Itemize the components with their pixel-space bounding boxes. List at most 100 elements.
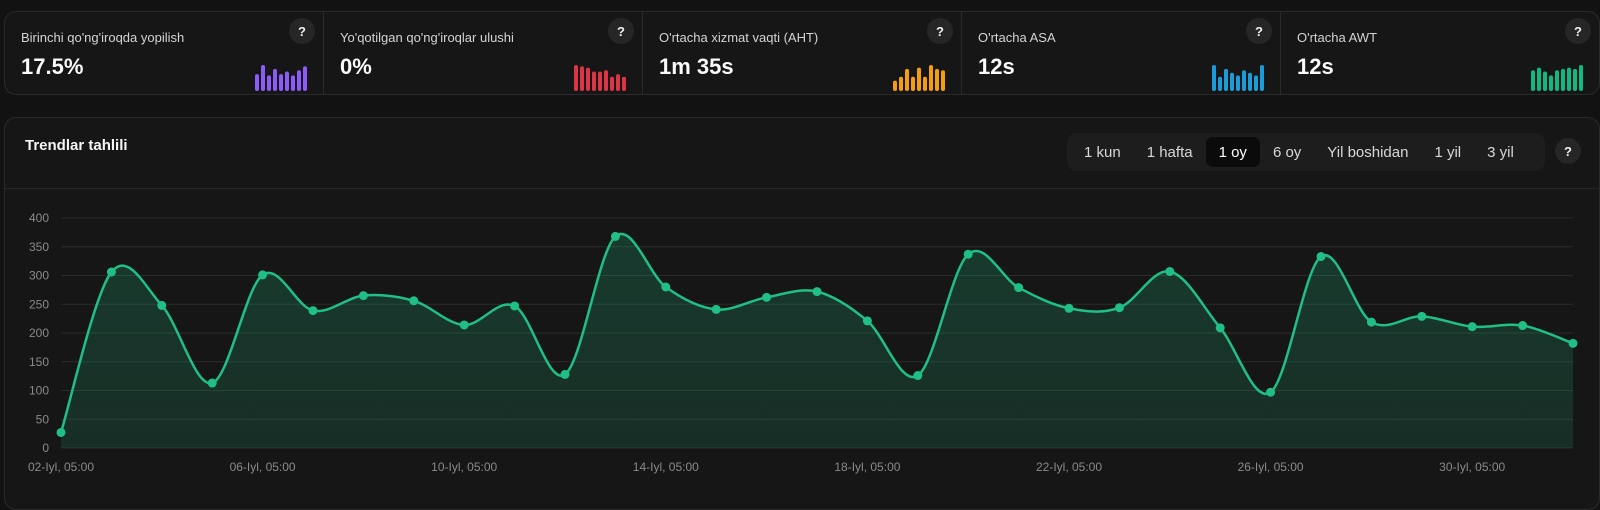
sparkline-bar	[1236, 75, 1240, 91]
data-point[interactable]	[1165, 266, 1175, 276]
data-point[interactable]	[1215, 323, 1225, 333]
sparkline-bar	[899, 76, 903, 91]
help-icon[interactable]: ?	[289, 18, 315, 44]
sparkline-bar	[592, 71, 596, 91]
sparkline-bar	[1537, 67, 1541, 91]
data-point[interactable]	[560, 369, 570, 379]
y-tick-label: 50	[36, 412, 50, 426]
data-point[interactable]	[409, 296, 419, 306]
data-point[interactable]	[661, 282, 671, 292]
trend-chart: 0 50 100 150 200 250 300 350 400 02-Iyl, 05:00 06-…	[28, 211, 1578, 474]
sparkline-bar	[1573, 68, 1577, 91]
data-point[interactable]	[1518, 321, 1528, 331]
x-tick-label: 30-Iyl, 05:00	[1439, 460, 1505, 474]
sparkline-bar	[911, 76, 915, 91]
sparkline-bar	[1561, 68, 1565, 91]
x-tick-label: 26-Iyl, 05:00	[1238, 460, 1304, 474]
sparkline-bar	[1248, 72, 1252, 91]
x-tick-label: 18-Iyl, 05:00	[834, 460, 900, 474]
sparkline-bar	[1224, 68, 1228, 91]
sparkline-bar	[285, 71, 289, 91]
sparkline-bar	[616, 74, 620, 91]
y-tick-label: 300	[29, 269, 49, 283]
sparkline-bar	[905, 68, 909, 91]
data-point[interactable]	[1417, 311, 1427, 321]
data-point[interactable]	[1014, 283, 1024, 293]
data-point[interactable]	[358, 291, 368, 301]
data-point[interactable]	[1568, 338, 1578, 348]
sparkline-bar	[1254, 75, 1258, 91]
y-tick-label: 250	[29, 297, 49, 311]
data-point[interactable]	[711, 304, 721, 314]
data-point[interactable]	[207, 378, 217, 388]
sparkline-bars	[1531, 65, 1583, 91]
data-point[interactable]	[157, 300, 167, 310]
sparkline-bar	[261, 65, 265, 91]
sparkline-bar	[586, 67, 590, 91]
sparkline-bar	[622, 76, 626, 91]
data-point[interactable]	[308, 306, 318, 316]
sparkline-bar	[580, 66, 584, 91]
y-tick-label: 350	[29, 240, 49, 254]
y-tick-label: 0	[42, 441, 49, 455]
sparkline-bar	[1543, 71, 1547, 91]
metric-card-awt: O'rtacha AWT 12s ?	[1281, 12, 1599, 94]
data-point[interactable]	[459, 320, 469, 330]
y-tick-label: 200	[29, 326, 49, 340]
metric-card-aht: O'rtacha xizmat vaqti (AHT) 1m 35s ?	[643, 12, 962, 94]
sparkline-bar	[1260, 65, 1264, 91]
sparkline-bar	[1579, 65, 1583, 91]
help-icon[interactable]: ?	[608, 18, 634, 44]
x-tick-label: 14-Iyl, 05:00	[633, 460, 699, 474]
help-icon[interactable]: ?	[1565, 18, 1591, 44]
data-point[interactable]	[963, 249, 973, 259]
x-tick-label: 02-Iyl, 05:00	[28, 460, 94, 474]
data-point[interactable]	[1114, 303, 1124, 313]
help-icon[interactable]: ?	[1246, 18, 1272, 44]
metric-label: O'rtacha AWT	[1297, 30, 1378, 45]
data-point[interactable]	[510, 301, 520, 311]
data-point[interactable]	[1467, 322, 1477, 332]
series-area	[61, 233, 1573, 448]
y-tick-label: 150	[29, 355, 49, 369]
sparkline-bar	[598, 71, 602, 91]
sparkline-bar	[893, 80, 897, 91]
sparkline-bar	[1555, 70, 1559, 91]
metric-label: Birinchi qo'ng'iroqda yopilish	[21, 30, 185, 45]
metric-card-fcr: Birinchi qo'ng'iroqda yopilish 17.5% ?	[5, 12, 324, 94]
metrics-panel: Birinchi qo'ng'iroqda yopilish 17.5% ? Y…	[4, 11, 1600, 95]
data-point[interactable]	[913, 371, 923, 381]
metric-card-asa: O'rtacha ASA 12s ?	[962, 12, 1281, 94]
sparkline-bar	[574, 65, 578, 91]
data-point[interactable]	[56, 427, 66, 437]
data-point[interactable]	[1064, 303, 1074, 313]
sparkline-bar	[297, 70, 301, 91]
data-point[interactable]	[1366, 317, 1376, 327]
data-point[interactable]	[106, 267, 116, 277]
data-point[interactable]	[862, 316, 872, 326]
data-point[interactable]	[610, 231, 620, 241]
sparkline-bar	[929, 65, 933, 91]
sparkline-bars	[893, 65, 945, 91]
sparkline-bar	[255, 74, 259, 91]
x-tick-label: 06-Iyl, 05:00	[230, 460, 296, 474]
data-point[interactable]	[1316, 252, 1326, 262]
sparkline-bar	[1218, 76, 1222, 91]
sparkline-bars	[255, 65, 307, 91]
x-tick-label: 22-Iyl, 05:00	[1036, 460, 1102, 474]
sparkline-bar	[610, 76, 614, 91]
sparkline-bar	[1212, 65, 1216, 91]
data-point[interactable]	[812, 287, 822, 297]
x-tick-label: 10-Iyl, 05:00	[431, 460, 497, 474]
data-point[interactable]	[762, 292, 772, 302]
sparkline-bars	[1212, 65, 1264, 91]
data-point[interactable]	[1266, 387, 1276, 397]
sparkline-bar	[273, 68, 277, 91]
metric-value: 17.5%	[21, 54, 84, 79]
help-icon[interactable]: ?	[927, 18, 953, 44]
metric-label: O'rtacha ASA	[978, 30, 1056, 45]
sparkline-bar	[935, 68, 939, 91]
data-point[interactable]	[258, 270, 268, 280]
sparkline-bar	[279, 74, 283, 91]
sparkline-bars	[574, 65, 626, 91]
